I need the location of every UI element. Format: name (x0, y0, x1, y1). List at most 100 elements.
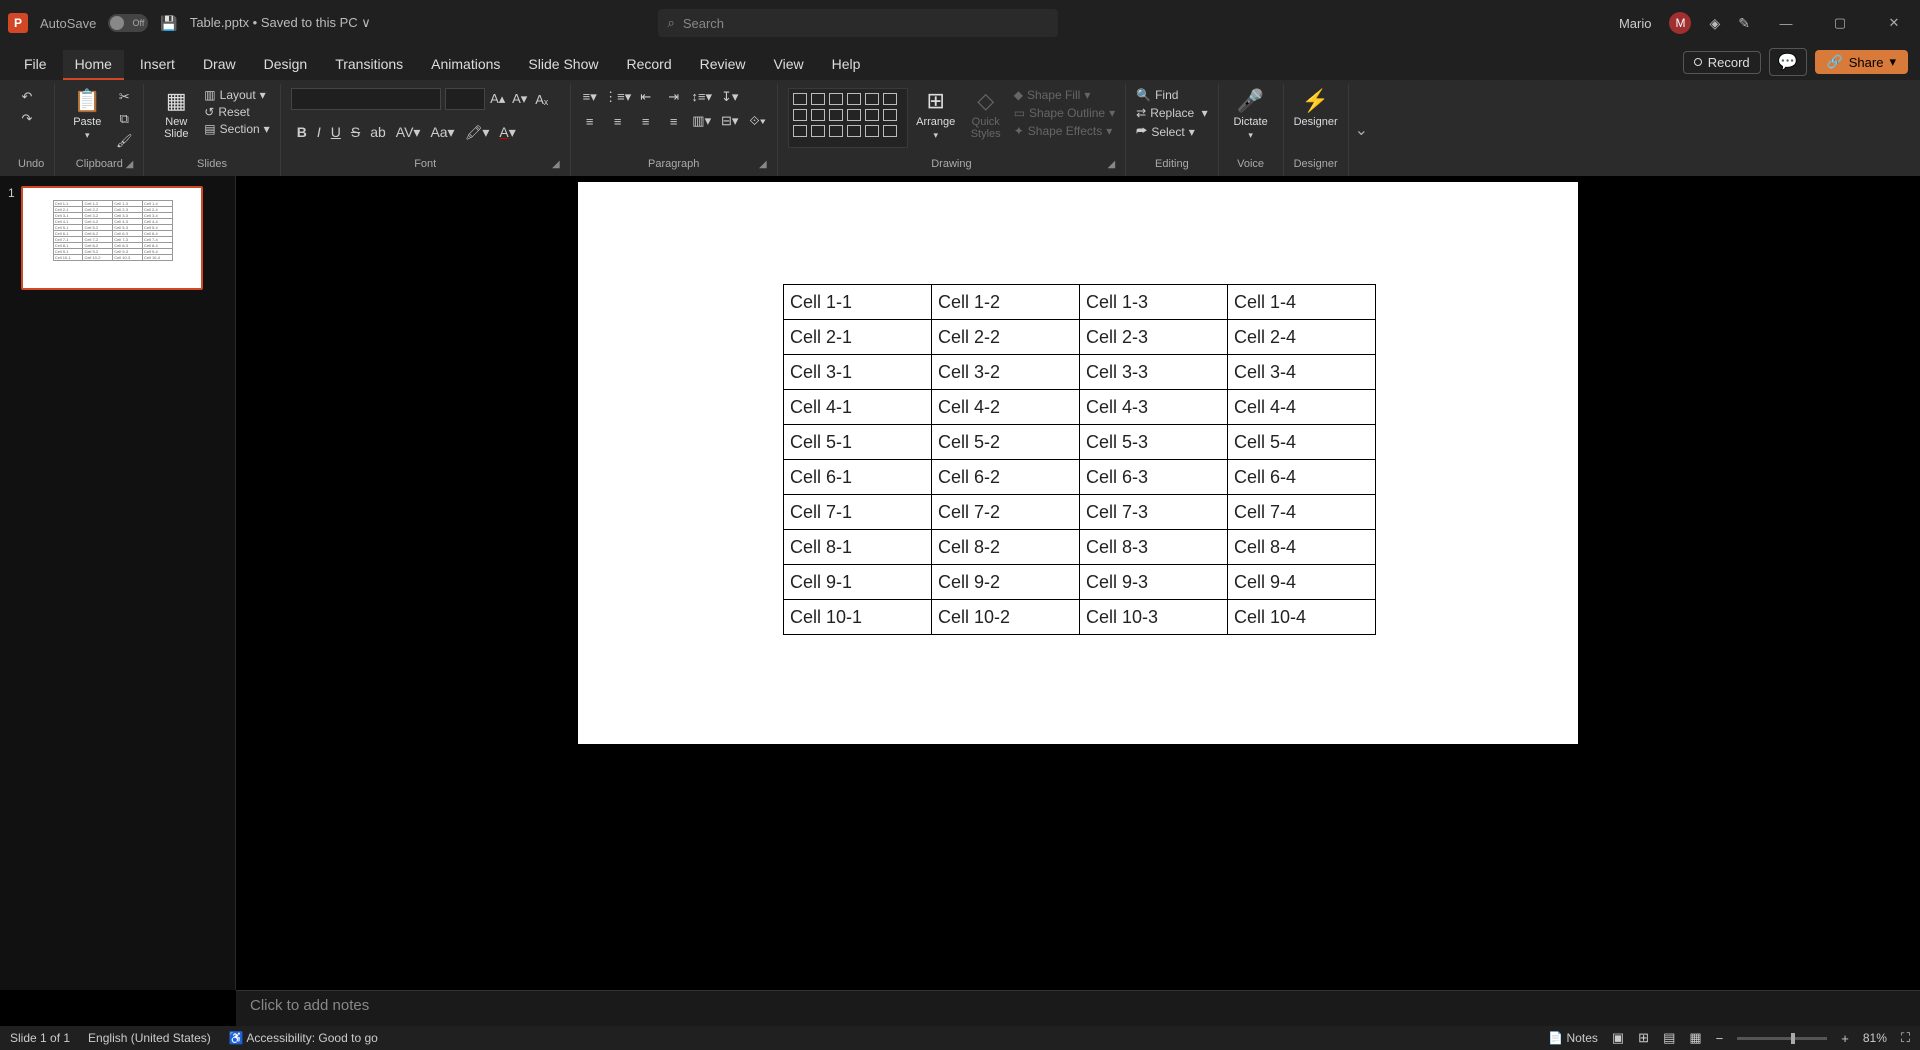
table-cell[interactable]: Cell 3-1 (784, 355, 932, 390)
reading-view-button[interactable]: ▤ (1663, 1030, 1675, 1046)
font-name-input[interactable] (291, 88, 441, 110)
table-cell[interactable]: Cell 10-3 (1080, 600, 1228, 635)
table-cell[interactable]: Cell 2-3 (1080, 320, 1228, 355)
shape-effects-button[interactable]: ✦ Shape Effects ▾ (1014, 124, 1115, 138)
tab-slide-show[interactable]: Slide Show (516, 50, 610, 80)
tab-record[interactable]: Record (614, 50, 683, 80)
line-spacing-button[interactable]: ↕≡▾ (693, 88, 711, 106)
format-painter-icon[interactable]: 🖌 (115, 132, 133, 150)
select-button[interactable]: ⮫ Select ▾ (1136, 124, 1195, 139)
quick-styles-button[interactable]: ◇Quick Styles (964, 88, 1008, 140)
slide-area[interactable]: Cell 1-1Cell 1-2Cell 1-3Cell 1-4Cell 2-1… (236, 176, 1920, 990)
highlight-button[interactable]: 🖍▾ (465, 124, 490, 141)
increase-font-icon[interactable]: A▴ (489, 90, 507, 108)
user-name[interactable]: Mario (1619, 16, 1652, 31)
save-icon[interactable]: 💾 (160, 15, 177, 32)
tab-draw[interactable]: Draw (191, 50, 248, 80)
table-cell[interactable]: Cell 5-2 (932, 425, 1080, 460)
table-cell[interactable]: Cell 5-1 (784, 425, 932, 460)
table-cell[interactable]: Cell 4-4 (1228, 390, 1376, 425)
section-button[interactable]: ▤ Section ▾ (204, 122, 269, 136)
dictate-button[interactable]: 🎤Dictate▾ (1229, 88, 1273, 141)
comments-button[interactable]: 💬 (1769, 48, 1807, 76)
bold-button[interactable]: B (297, 124, 307, 141)
change-case-button[interactable]: Aa▾ (430, 124, 454, 141)
collapse-ribbon-button[interactable]: ⌄ (1349, 120, 1374, 140)
content-table[interactable]: Cell 1-1Cell 1-2Cell 1-3Cell 1-4Cell 2-1… (783, 284, 1376, 635)
decrease-indent-button[interactable]: ⇤ (637, 88, 655, 106)
strikethrough-button[interactable]: S (351, 124, 360, 141)
shapes-gallery[interactable] (788, 88, 908, 148)
slide-canvas[interactable]: Cell 1-1Cell 1-2Cell 1-3Cell 1-4Cell 2-1… (578, 182, 1578, 744)
normal-view-button[interactable]: ▣ (1612, 1030, 1624, 1046)
table-cell[interactable]: Cell 4-3 (1080, 390, 1228, 425)
numbering-button[interactable]: ⋮≡▾ (609, 88, 627, 106)
shape-outline-button[interactable]: ▭ Shape Outline ▾ (1014, 106, 1115, 120)
document-title[interactable]: Table.pptx • Saved to this PC ∨ (190, 15, 371, 31)
smartart-button[interactable]: ⟐▾ (749, 112, 767, 130)
find-button[interactable]: 🔍 Find (1136, 88, 1178, 102)
table-cell[interactable]: Cell 10-4 (1228, 600, 1376, 635)
table-cell[interactable]: Cell 2-4 (1228, 320, 1376, 355)
replace-button[interactable]: ⇄ Replace ▾ (1136, 106, 1207, 120)
decrease-font-icon[interactable]: A▾ (511, 90, 529, 108)
table-cell[interactable]: Cell 6-4 (1228, 460, 1376, 495)
table-cell[interactable]: Cell 8-3 (1080, 530, 1228, 565)
underline-button[interactable]: U (331, 124, 341, 141)
align-right-button[interactable]: ≡ (637, 112, 655, 130)
tab-help[interactable]: Help (820, 50, 873, 80)
table-cell[interactable]: Cell 6-2 (932, 460, 1080, 495)
zoom-in-button[interactable]: + (1841, 1031, 1849, 1046)
redo-icon[interactable]: ↷ (18, 110, 36, 128)
zoom-level[interactable]: 81% (1863, 1031, 1887, 1045)
tab-review[interactable]: Review (688, 50, 758, 80)
justify-button[interactable]: ≡ (665, 112, 683, 130)
autosave-toggle[interactable]: Off (108, 14, 148, 32)
slide-counter[interactable]: Slide 1 of 1 (10, 1031, 70, 1045)
tab-insert[interactable]: Insert (128, 50, 187, 80)
table-cell[interactable]: Cell 10-2 (932, 600, 1080, 635)
font-color-button[interactable]: A▾ (499, 124, 515, 141)
tab-animations[interactable]: Animations (419, 50, 512, 80)
diamond-icon[interactable]: ◈ (1709, 15, 1720, 32)
record-button[interactable]: Record (1683, 51, 1761, 74)
text-direction-button[interactable]: ↧▾ (721, 88, 739, 106)
tab-view[interactable]: View (762, 50, 816, 80)
paste-button[interactable]: 📋 Paste ▾ (65, 88, 109, 141)
align-text-button[interactable]: ⊟▾ (721, 112, 739, 130)
shape-fill-button[interactable]: ◆ Shape Fill ▾ (1014, 88, 1115, 102)
cut-icon[interactable]: ✂ (115, 88, 133, 106)
table-cell[interactable]: Cell 7-2 (932, 495, 1080, 530)
table-cell[interactable]: Cell 7-3 (1080, 495, 1228, 530)
table-cell[interactable]: Cell 2-1 (784, 320, 932, 355)
table-cell[interactable]: Cell 9-3 (1080, 565, 1228, 600)
shadow-button[interactable]: ab (370, 124, 386, 141)
arrange-button[interactable]: ⊞Arrange▾ (914, 88, 958, 141)
clipboard-launcher-icon[interactable]: ◢ (126, 159, 134, 170)
table-cell[interactable]: Cell 3-4 (1228, 355, 1376, 390)
zoom-slider[interactable] (1737, 1037, 1827, 1040)
table-cell[interactable]: Cell 4-1 (784, 390, 932, 425)
table-cell[interactable]: Cell 7-1 (784, 495, 932, 530)
align-center-button[interactable]: ≡ (609, 112, 627, 130)
table-cell[interactable]: Cell 8-4 (1228, 530, 1376, 565)
paragraph-launcher-icon[interactable]: ◢ (759, 159, 767, 170)
language-status[interactable]: English (United States) (88, 1031, 211, 1045)
tab-home[interactable]: Home (63, 50, 124, 80)
bullets-button[interactable]: ≡▾ (581, 88, 599, 106)
user-avatar[interactable]: M (1669, 12, 1691, 34)
tab-design[interactable]: Design (252, 50, 320, 80)
italic-button[interactable]: I (317, 124, 321, 141)
font-size-input[interactable] (445, 88, 485, 110)
close-button[interactable]: ✕ (1876, 15, 1912, 31)
table-cell[interactable]: Cell 3-2 (932, 355, 1080, 390)
undo-icon[interactable]: ↶ (18, 88, 36, 106)
tab-transitions[interactable]: Transitions (323, 50, 415, 80)
drawing-launcher-icon[interactable]: ◢ (1107, 159, 1115, 170)
table-cell[interactable]: Cell 4-2 (932, 390, 1080, 425)
table-cell[interactable]: Cell 6-3 (1080, 460, 1228, 495)
align-left-button[interactable]: ≡ (581, 112, 599, 130)
columns-button[interactable]: ▥▾ (693, 112, 711, 130)
slide-thumbnail-1[interactable]: Cell 1-1Cell 1-2Cell 1-3Cell 1-4Cell 2-1… (21, 186, 203, 290)
table-cell[interactable]: Cell 1-2 (932, 285, 1080, 320)
